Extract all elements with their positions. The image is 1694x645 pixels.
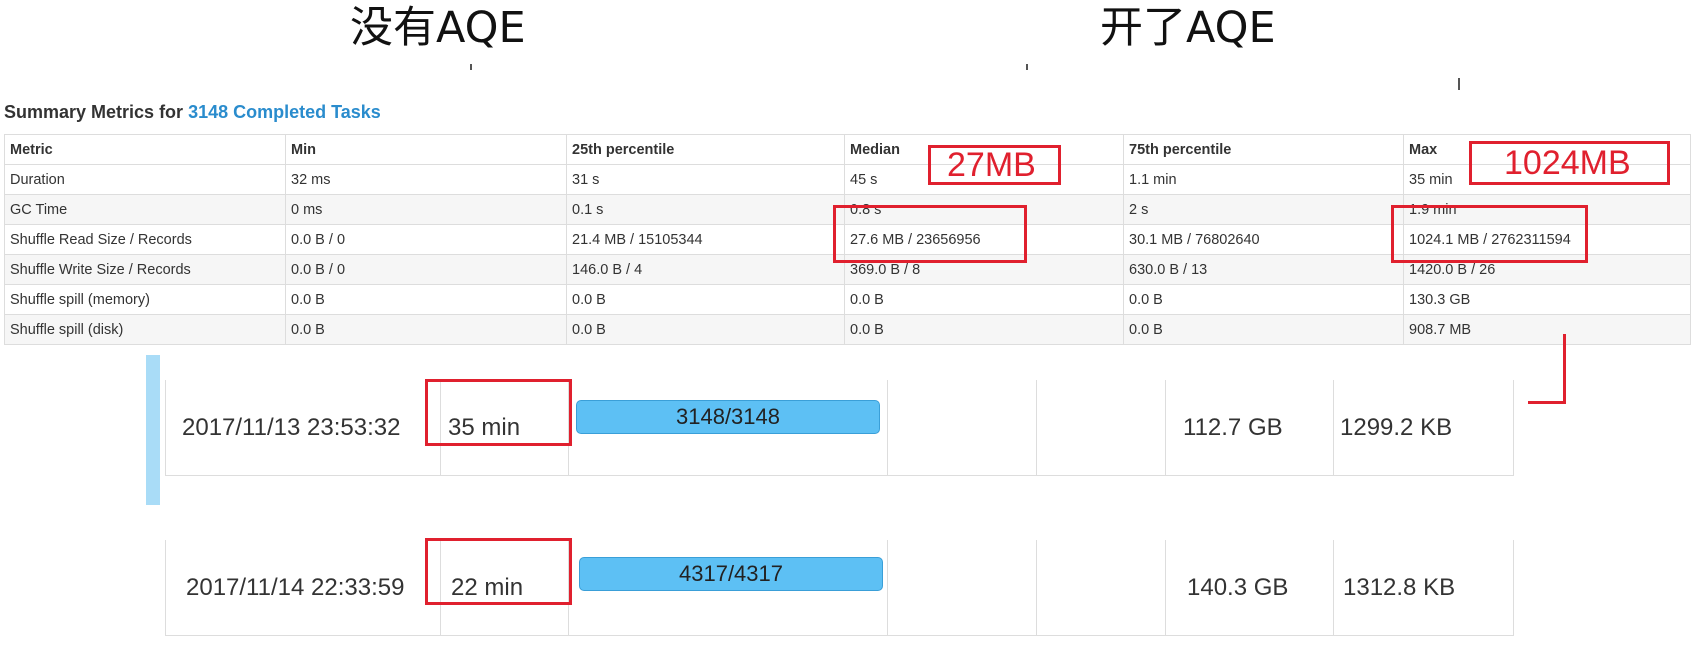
metric-value-cell: 0.1 s: [566, 194, 845, 225]
summary-title-prefix: Summary Metrics for: [4, 102, 189, 122]
metric-value-cell: 0.0 B: [285, 284, 567, 315]
metric-value-cell: 0.0 B / 0: [285, 254, 567, 285]
column-header[interactable]: 75th percentile: [1123, 134, 1404, 165]
task-progress-label: 4317/4317: [679, 561, 783, 586]
table-row: Shuffle spill (disk) 0.0 B 0.0 B 0.0 B 0.0 B…: [4, 314, 1691, 345]
submitted-time: 2017/11/14 22:33:59: [186, 574, 405, 601]
metric-value-cell: 32 ms: [285, 164, 567, 195]
table-row: Duration 32 ms 31 s 45 s 1.1 min 35 min: [4, 164, 1691, 195]
stage-row: 2017/11/14 22:33:59 22 min 4317/4317 140…: [165, 540, 1514, 636]
divider-mark: [470, 64, 472, 70]
metric-value-cell: 0 ms: [285, 194, 567, 225]
metric-value-cell: 0.0 B: [1123, 284, 1404, 315]
metric-value-cell: 0.0 B: [566, 314, 845, 345]
task-progress-bar: 4317/4317: [579, 557, 883, 591]
task-progress-bar: 3148/3148: [576, 400, 880, 434]
metric-value-cell: 0.0 B: [285, 314, 567, 345]
submitted-time: 2017/11/13 23:53:32: [182, 414, 401, 441]
completed-tasks-link[interactable]: 3148 Completed Tasks: [188, 102, 381, 122]
shuffle-write-total: 1299.2 KB: [1340, 414, 1453, 441]
metric-name-cell: Shuffle spill (disk): [4, 314, 286, 345]
metric-value-cell: 31 s: [566, 164, 845, 195]
metric-name-cell: Shuffle spill (memory): [4, 284, 286, 315]
stage-row: 2017/11/13 23:53:32 35 min 3148/3148 112…: [165, 380, 1514, 476]
metric-name-cell: GC Time: [4, 194, 286, 225]
metric-value-cell: 0.0 B: [566, 284, 845, 315]
shuffle-read-total: 112.7 GB: [1183, 414, 1283, 441]
median-annotation: 27MB: [947, 146, 1036, 184]
task-progress-label: 3148/3148: [676, 404, 780, 429]
max-annotation: 1024MB: [1504, 144, 1631, 182]
duration-highlight-box: [425, 538, 572, 605]
column-header[interactable]: 25th percentile: [566, 134, 845, 165]
heading-with-aqe: 开了AQE: [1100, 3, 1276, 53]
duration-highlight-box: [425, 379, 572, 446]
metric-name-cell: Shuffle Write Size / Records: [4, 254, 286, 285]
metric-name-cell: Shuffle Read Size / Records: [4, 224, 286, 255]
metric-name-cell: Duration: [4, 164, 286, 195]
metric-value-cell: 0.0 B: [844, 284, 1124, 315]
column-header[interactable]: Metric: [4, 134, 286, 165]
table-row: Shuffle spill (memory) 0.0 B 0.0 B 0.0 B 0.0…: [4, 284, 1691, 315]
metric-value-cell: 0.0 B / 0: [285, 224, 567, 255]
max-shuffle-read-highlight: [1391, 205, 1588, 263]
metric-value-cell: 21.4 MB / 15105344: [566, 224, 845, 255]
heading-without-aqe: 没有AQE: [350, 3, 526, 53]
table-header-row: Metric Min 25th percentile Median 75th perce…: [4, 134, 1691, 165]
metric-value-cell: 630.0 B / 13: [1123, 254, 1404, 285]
metric-value-cell: 146.0 B / 4: [566, 254, 845, 285]
partial-highlight-box: [1528, 334, 1566, 404]
metric-value-cell: 0.0 B: [1123, 314, 1404, 345]
row-accent-bar: [146, 355, 160, 505]
divider-mark: [1026, 64, 1028, 70]
metric-value-cell: 130.3 GB: [1403, 284, 1691, 315]
shuffle-read-total: 140.3 GB: [1187, 574, 1289, 601]
divider-mark: [1458, 78, 1460, 90]
summary-metrics-title: Summary Metrics for 3148 Completed Tasks: [4, 102, 381, 123]
median-shuffle-read-highlight: [833, 205, 1027, 263]
metric-value-cell: 1.1 min: [1123, 164, 1404, 195]
shuffle-write-total: 1312.8 KB: [1343, 574, 1456, 601]
metric-value-cell: 2 s: [1123, 194, 1404, 225]
metric-value-cell: 0.0 B: [844, 314, 1124, 345]
metric-value-cell: 30.1 MB / 76802640: [1123, 224, 1404, 255]
column-header[interactable]: Min: [285, 134, 567, 165]
